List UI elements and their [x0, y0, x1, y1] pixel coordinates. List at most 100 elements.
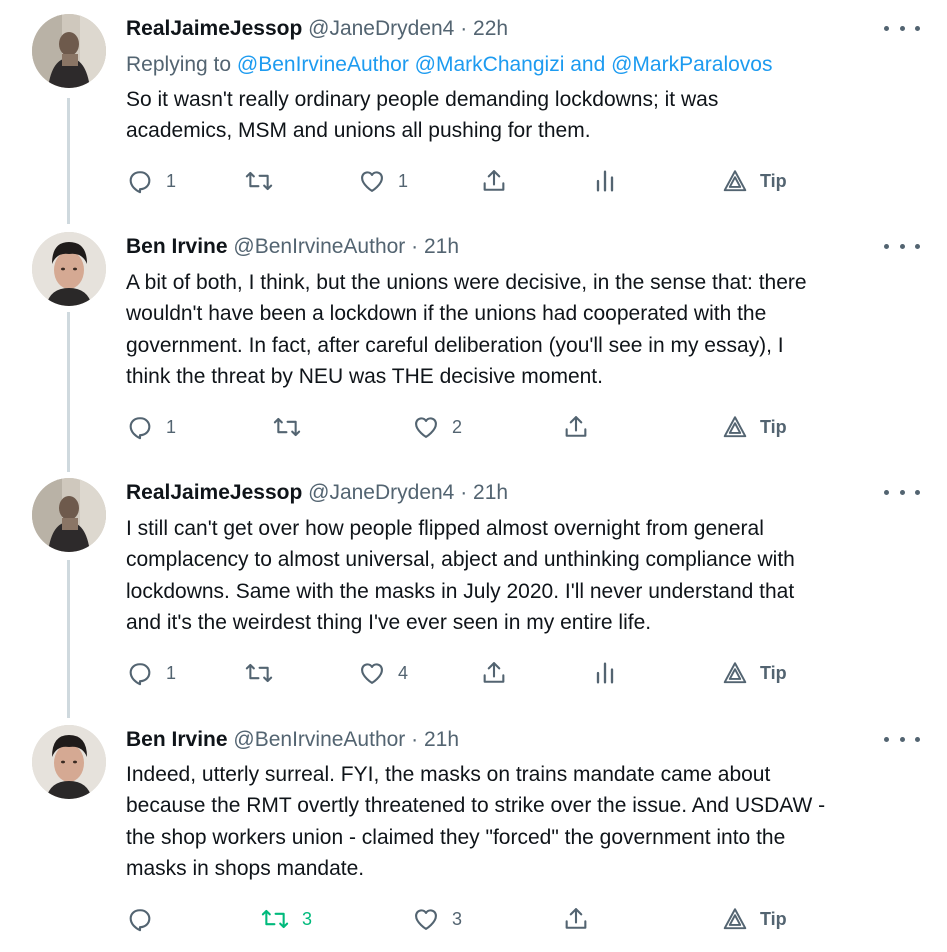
retweet-icon [245, 663, 273, 683]
tweet-text-line: the shop workers union - claimed they "f… [126, 825, 786, 849]
mention-link[interactable]: @BenIrvineAuthor [237, 53, 409, 76]
tweet[interactable]: Ben Irvine @BenIrvineAuthor · 21h Indeed… [0, 725, 947, 950]
share-icon [483, 662, 505, 683]
reply-icon [129, 663, 151, 686]
timestamp[interactable]: 22h [473, 17, 508, 40]
heart-icon [415, 417, 437, 438]
mention-link[interactable]: @MarkParalovos [611, 53, 772, 76]
retweet-icon [261, 909, 289, 929]
tip-button[interactable]: Tip [722, 656, 787, 690]
more-icon[interactable] [884, 16, 920, 40]
avatar-photo [32, 14, 106, 88]
like-button[interactable]: 4 [358, 656, 408, 690]
heart-icon [415, 909, 437, 930]
reply-button[interactable]: 1 [126, 410, 176, 444]
tip-label: Tip [760, 170, 787, 191]
tweet-text-line: So it wasn't really ordinary people dema… [126, 88, 719, 111]
reply-icon [129, 171, 151, 194]
avatar[interactable] [32, 725, 106, 799]
user-handle[interactable]: @JaneDryden4 [308, 17, 454, 40]
retweet-icon [273, 417, 301, 437]
tweet-header: RealJaimeJessop @JaneDryden4 · 21h [126, 478, 508, 508]
user-handle[interactable]: @BenIrvineAuthor [233, 728, 405, 751]
analytics-icon [596, 662, 614, 684]
tweet-actions: 1 2 Tip [0, 410, 947, 444]
like-count: 1 [398, 170, 409, 191]
avatar-photo [32, 725, 106, 799]
analytics-button[interactable] [592, 656, 618, 690]
avatar[interactable] [32, 232, 106, 306]
tweet-text-line: think the threat by NEU was THE decisive… [126, 364, 603, 388]
retweet-button[interactable] [244, 164, 274, 198]
share-button[interactable] [562, 902, 590, 936]
tweet[interactable]: RealJaimeJessop @JaneDryden4 · 22h Reply… [0, 14, 947, 214]
tweet-text: So it wasn't really ordinary people dema… [126, 84, 916, 147]
tip-button[interactable]: Tip [722, 410, 787, 444]
user-handle[interactable]: @BenIrvineAuthor [233, 235, 405, 258]
display-name[interactable]: Ben Irvine [126, 235, 228, 258]
display-name[interactable]: RealJaimeJessop [126, 481, 302, 504]
tweet-header: Ben Irvine @BenIrvineAuthor · 21h [126, 725, 459, 755]
reply-button[interactable]: 1 [126, 656, 176, 690]
share-button[interactable] [480, 164, 508, 198]
retweet-count: 3 [302, 908, 313, 929]
tweet-text-line: academics, MSM and unions all pushing fo… [126, 119, 591, 143]
tweet-text-line: Indeed, utterly surreal. FYI, the masks … [126, 763, 771, 786]
tweet-text: I still can't get over how people flippe… [126, 513, 916, 638]
tweet-header: Ben Irvine @BenIrvineAuthor · 21h [126, 232, 459, 262]
like-button[interactable]: 1 [358, 164, 408, 198]
more-icon[interactable] [884, 234, 920, 258]
more-icon[interactable] [884, 727, 920, 751]
tip-label: Tip [760, 908, 787, 929]
display-name[interactable]: Ben Irvine [126, 728, 228, 751]
more-icon[interactable] [884, 480, 920, 504]
tweet-text-line: complacency to almost universal, abject … [126, 548, 795, 572]
retweet-button[interactable] [244, 656, 274, 690]
like-count: 3 [452, 908, 463, 929]
separator-dot: · [460, 17, 468, 40]
like-button[interactable]: 3 [412, 902, 462, 936]
timestamp[interactable]: 21h [424, 728, 459, 751]
tip-icon [723, 416, 747, 438]
mention-link[interactable]: @MarkChangizi [415, 53, 565, 76]
tweet-text-line: A bit of both, I think, but the unions w… [126, 271, 807, 294]
avatar[interactable] [32, 14, 106, 88]
separator-dot: · [411, 728, 419, 751]
conversation-thread: RealJaimeJessop @JaneDryden4 · 22h Reply… [0, 0, 947, 952]
tweet-text-line: masks in shops mandate. [126, 856, 365, 880]
reply-count: 1 [166, 662, 177, 683]
share-button[interactable] [562, 410, 590, 444]
retweet-icon [245, 171, 273, 191]
reply-button[interactable] [126, 902, 166, 936]
avatar-photo [32, 232, 106, 306]
like-count: 2 [452, 416, 463, 437]
like-count: 4 [398, 662, 409, 683]
tip-button[interactable]: Tip [722, 902, 787, 936]
share-button[interactable] [480, 656, 508, 690]
heart-icon [361, 663, 383, 684]
display-name[interactable]: RealJaimeJessop [126, 17, 302, 40]
retweet-button[interactable] [272, 410, 302, 444]
separator-dot: · [411, 235, 419, 258]
avatar[interactable] [32, 478, 106, 552]
tweet-text-line: government. In fact, after careful delib… [126, 333, 784, 357]
tweet[interactable]: RealJaimeJessop @JaneDryden4 · 21h I sti… [0, 478, 947, 708]
tip-icon [723, 908, 747, 930]
reply-button[interactable]: 1 [126, 164, 176, 198]
tip-icon [723, 662, 747, 684]
tip-button[interactable]: Tip [722, 164, 787, 198]
analytics-button[interactable] [592, 164, 618, 198]
user-handle[interactable]: @JaneDryden4 [308, 481, 454, 504]
reply-count: 1 [166, 170, 177, 191]
timestamp[interactable]: 21h [473, 481, 508, 504]
reply-icon [129, 417, 151, 440]
retweet-button[interactable]: 3 [260, 902, 312, 936]
tweet[interactable]: Ben Irvine @BenIrvineAuthor · 21h A bit … [0, 232, 947, 462]
tweet-text-line: lockdowns. Same with the masks in July 2… [126, 579, 795, 603]
tweet-text-line: and it's the weirdest thing I've ever se… [126, 610, 652, 634]
mention-conjunction: and [570, 53, 606, 76]
timestamp[interactable]: 21h [424, 235, 459, 258]
like-button[interactable]: 2 [412, 410, 462, 444]
replying-to: Replying to @BenIrvineAuthor @MarkChangi… [126, 50, 772, 80]
tweet-actions: 1 1 Tip [0, 164, 947, 198]
